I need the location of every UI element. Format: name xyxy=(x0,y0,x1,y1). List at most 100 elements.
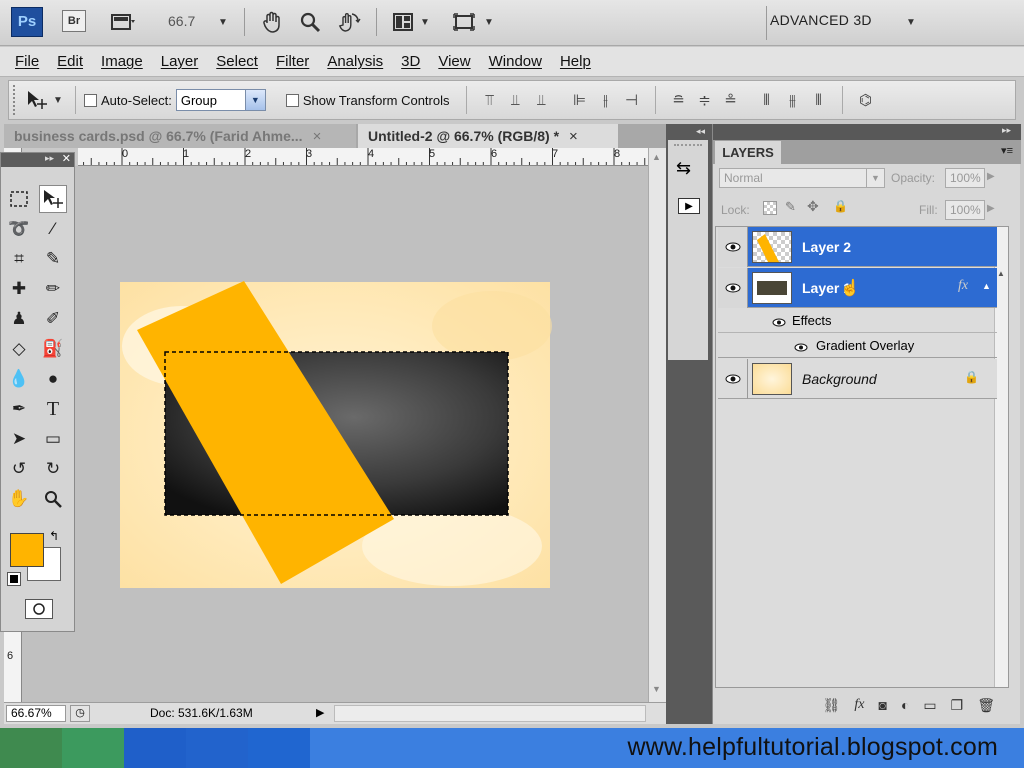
status-info-icon[interactable]: ◷ xyxy=(70,705,90,722)
rotate-view-icon[interactable] xyxy=(334,9,364,35)
close-icon[interactable]: ✕ xyxy=(62,153,71,166)
screen-mode-icon[interactable] xyxy=(104,9,144,35)
add-layer-style-icon[interactable]: fx xyxy=(854,697,864,713)
auto-select-dropdown[interactable]: Group ▼ xyxy=(175,89,266,111)
zoom-level-value[interactable]: 66.7 xyxy=(168,13,214,29)
panel-menu-icon[interactable]: ▾≡ xyxy=(1001,144,1013,157)
auto-select-checkbox[interactable] xyxy=(84,93,97,107)
horizontal-scrollbar[interactable] xyxy=(334,705,646,722)
show-transform-checkbox[interactable] xyxy=(285,93,299,107)
layer-row-layer-1[interactable]: Layer 1 ☝ fx ▲ xyxy=(718,268,997,308)
document-canvas[interactable] xyxy=(22,166,648,702)
zoom-input[interactable]: 66.67% xyxy=(6,705,66,722)
crop-tool-icon[interactable]: ⌗ xyxy=(5,245,33,273)
eye-icon[interactable] xyxy=(794,340,808,355)
effects-row[interactable]: Effects xyxy=(718,309,997,333)
screen-mode-toggle-icon[interactable] xyxy=(450,9,478,35)
magic-wand-icon[interactable]: ⁄ xyxy=(39,215,67,243)
collapse-icon[interactable]: ◂◂ xyxy=(696,126,705,137)
tab-business-cards[interactable]: business cards.psd @ 66.7% (Farid Ahme..… xyxy=(4,124,356,148)
zoom-dropdown-icon[interactable]: ▼ xyxy=(216,9,230,35)
menu-help[interactable]: Help xyxy=(551,53,600,70)
collapse-effects-icon[interactable]: ▲ xyxy=(982,281,991,291)
opacity-slider-icon[interactable]: ▶ xyxy=(987,171,995,182)
close-icon[interactable]: × xyxy=(313,128,322,145)
tools-panel-header[interactable]: ▸▸ ✕ xyxy=(1,153,74,167)
vertical-scrollbar[interactable]: ▲ ▼ xyxy=(648,148,666,704)
opacity-input[interactable]: 100% xyxy=(945,168,985,188)
expand-icon[interactable]: ▸▸ xyxy=(1002,125,1011,136)
menu-image[interactable]: Image xyxy=(92,53,152,70)
scroll-down-icon[interactable]: ▼ xyxy=(652,684,661,694)
marquee-tool-icon[interactable] xyxy=(5,185,33,213)
menu-layer[interactable]: Layer xyxy=(152,53,208,70)
brush-tool-icon[interactable]: ✏ xyxy=(39,275,67,303)
menu-filter[interactable]: Filter xyxy=(267,53,318,70)
add-mask-icon[interactable]: ◙ xyxy=(878,697,886,713)
zoom-icon[interactable] xyxy=(296,9,324,35)
align-bottom-icon[interactable]: ⫫ xyxy=(531,90,553,110)
align-right-icon[interactable]: ⊣ xyxy=(621,90,643,110)
distribute-vcenter-icon[interactable]: ≑ xyxy=(694,90,716,110)
canvas-area[interactable] xyxy=(22,166,648,702)
tab-layers[interactable]: LAYERS xyxy=(715,141,781,164)
lock-transparent-icon[interactable] xyxy=(763,201,777,215)
lock-pixels-icon[interactable]: ✎ xyxy=(785,199,796,215)
3d-orbit-icon[interactable]: ↻ xyxy=(39,455,67,483)
distribute-hcenter-icon[interactable]: ⫵ xyxy=(782,90,804,110)
eye-icon[interactable] xyxy=(718,227,748,267)
distribute-left-icon[interactable]: ⫴ xyxy=(756,90,778,110)
history-brush-icon[interactable]: ✐ xyxy=(39,305,67,333)
trash-icon[interactable]: 🗑 xyxy=(977,697,995,714)
menu-window[interactable]: Window xyxy=(480,53,551,70)
menu-analysis[interactable]: Analysis xyxy=(318,53,392,70)
pen-tool-icon[interactable]: ✒ xyxy=(5,395,33,423)
lock-position-icon[interactable]: ✥ xyxy=(807,198,819,215)
path-selection-icon[interactable]: ➤ xyxy=(5,425,33,453)
eye-icon[interactable] xyxy=(718,268,748,308)
new-layer-icon[interactable]: ❐ xyxy=(951,697,964,714)
quick-mask-icon[interactable] xyxy=(25,599,53,619)
distribute-bottom-icon[interactable]: ≗ xyxy=(720,90,742,110)
lasso-tool-icon[interactable]: ➰ xyxy=(5,215,33,243)
blend-mode-dropdown[interactable]: Normal ▼ xyxy=(719,168,885,188)
eraser-tool-icon[interactable]: ◇ xyxy=(5,335,33,363)
collapse-icon[interactable]: ▸▸ xyxy=(45,153,54,164)
panel-header[interactable]: ▸▸ xyxy=(713,124,1021,140)
eyedropper-icon[interactable]: ✎ xyxy=(39,245,67,273)
align-horizontal-center-icon[interactable]: ⫲ xyxy=(595,90,617,110)
menu-file[interactable]: File xyxy=(6,53,48,70)
adjustment-layer-icon[interactable]: ◐ xyxy=(901,697,909,713)
menu-select[interactable]: Select xyxy=(207,53,267,70)
healing-brush-icon[interactable]: ✚ xyxy=(5,275,33,303)
link-layers-icon[interactable]: ⛓ xyxy=(823,697,841,714)
distribute-top-icon[interactable]: ≘ xyxy=(668,90,690,110)
align-left-icon[interactable]: ⊫ xyxy=(569,90,591,110)
fill-input[interactable]: 100% xyxy=(945,200,985,220)
paint-bucket-icon[interactable]: ⛽ xyxy=(39,335,67,363)
workspace-dropdown-icon[interactable]: ▼ xyxy=(904,9,918,35)
menu-edit[interactable]: Edit xyxy=(48,53,92,70)
auto-align-layers-icon[interactable]: ⌬ xyxy=(855,90,877,110)
move-tool-preset-icon[interactable]: ▼ xyxy=(21,89,67,111)
move-tool-icon[interactable] xyxy=(39,185,67,213)
gradient-overlay-row[interactable]: Gradient Overlay xyxy=(718,334,997,358)
fx-icon[interactable]: fx xyxy=(958,278,968,294)
menu-3d[interactable]: 3D xyxy=(392,53,429,70)
menu-view[interactable]: View xyxy=(429,53,479,70)
status-menu-icon[interactable]: ▶ xyxy=(316,705,330,722)
history-panel-icon[interactable]: ⇆ xyxy=(676,158,691,179)
foreground-color-swatch[interactable] xyxy=(10,533,44,567)
layer-row-layer-2[interactable]: Layer 2 xyxy=(718,227,997,267)
close-icon[interactable]: × xyxy=(569,128,578,145)
distribute-right-icon[interactable]: ⫴ xyxy=(808,90,830,110)
hand-icon[interactable] xyxy=(258,9,286,35)
rectangle-tool-icon[interactable]: ▭ xyxy=(39,425,67,453)
fill-slider-icon[interactable]: ▶ xyxy=(987,203,995,214)
dodge-tool-icon[interactable]: ● xyxy=(39,365,67,393)
lock-all-icon[interactable]: 🔒 xyxy=(833,199,848,213)
3d-rotate-icon[interactable]: ↺ xyxy=(5,455,33,483)
eye-icon[interactable] xyxy=(772,315,786,330)
type-tool-icon[interactable]: T xyxy=(39,395,67,423)
zoom-tool-icon[interactable] xyxy=(39,485,67,513)
